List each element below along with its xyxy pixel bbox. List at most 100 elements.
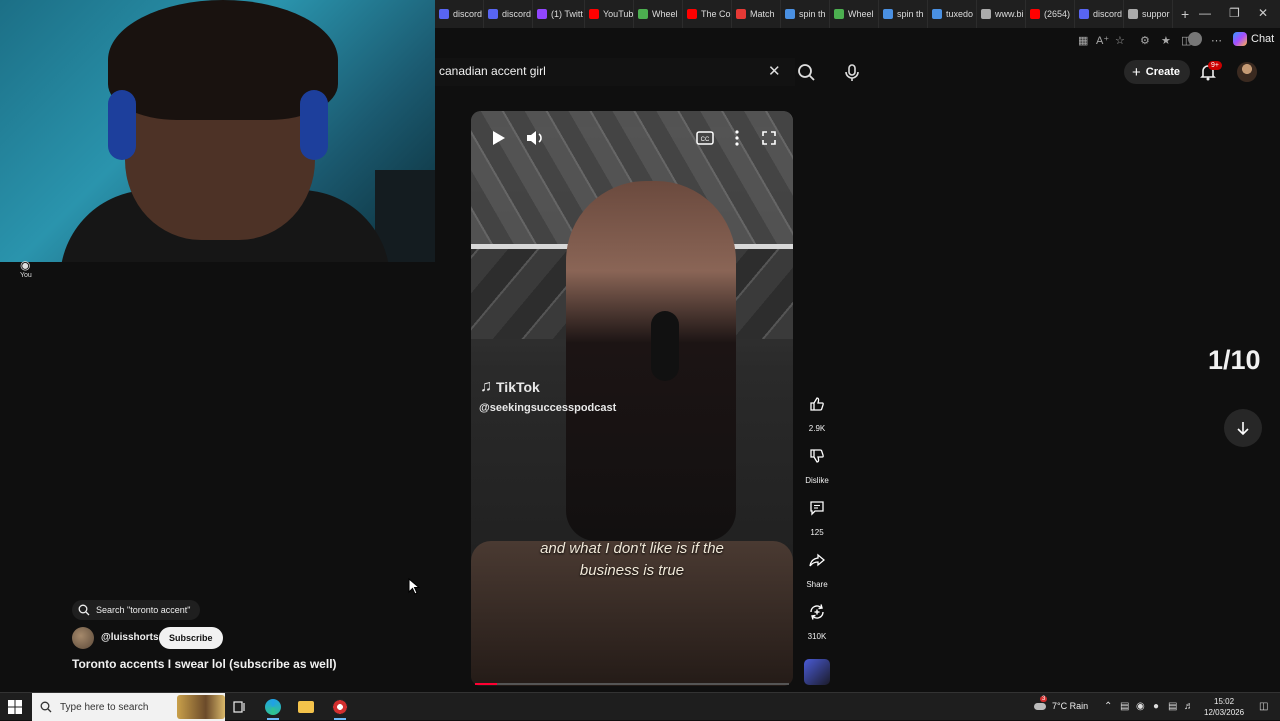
thumbs-down-icon xyxy=(810,449,824,463)
short-video-player[interactable] xyxy=(471,111,793,686)
notifications-tray-icon[interactable]: ◫ xyxy=(1259,701,1268,712)
voice-search-button[interactable] xyxy=(838,58,866,86)
channel-avatar[interactable] xyxy=(72,627,94,649)
browser-tab[interactable]: tuxedo xyxy=(928,0,977,28)
search-query-text: canadian accent girl xyxy=(439,64,546,78)
browser-tab[interactable]: discord xyxy=(1075,0,1124,28)
browser-toolbar: ▦ A⁺ ☆ ⚙ ★ ◫ ⋯ Chat xyxy=(435,28,1280,54)
dislike-label: Dislike xyxy=(805,476,829,485)
new-tab-button[interactable]: + xyxy=(1181,6,1189,22)
browser-tab[interactable]: spin th xyxy=(781,0,830,28)
you-icon[interactable]: ◉ xyxy=(20,258,30,272)
progress-fill xyxy=(475,683,497,685)
tab-label: suppor xyxy=(1142,9,1170,19)
tiktok-handle: @seekingsuccesspodcast xyxy=(479,402,617,414)
remix-button[interactable] xyxy=(803,598,831,626)
more-vert-icon[interactable] xyxy=(731,129,743,147)
app-available-icon[interactable]: ▦ xyxy=(1078,34,1088,47)
search-input[interactable]: canadian accent girl ✕ xyxy=(435,58,795,86)
security-icon[interactable]: ◉ xyxy=(1136,701,1145,712)
like-count: 2.9K xyxy=(808,424,826,433)
search-button[interactable] xyxy=(795,58,819,86)
profile-icon[interactable] xyxy=(1188,32,1202,46)
close-window-icon[interactable]: ✕ xyxy=(1258,6,1268,20)
show-hidden-icons-icon[interactable]: ⌃ xyxy=(1104,701,1112,712)
browser-tab[interactable]: discord xyxy=(484,0,533,28)
remix-count: 310K xyxy=(807,632,827,641)
search-icon xyxy=(40,701,52,713)
fullscreen-icon[interactable] xyxy=(761,130,777,146)
captions-icon[interactable]: CC xyxy=(696,130,714,146)
device-icon[interactable]: ▤ xyxy=(1120,701,1129,712)
sidebar-item-you[interactable]: You xyxy=(20,272,32,279)
rain-cloud-icon: 3 xyxy=(1034,696,1048,712)
like-button[interactable] xyxy=(803,390,831,418)
sound-thumbnail[interactable] xyxy=(804,659,830,685)
restore-icon[interactable]: ❐ xyxy=(1229,6,1240,20)
search-highlight-image xyxy=(177,695,225,719)
caption-line-2: business is true xyxy=(579,562,685,579)
favorites-icon[interactable]: ★ xyxy=(1161,34,1171,47)
play-icon[interactable] xyxy=(489,129,507,147)
share-button[interactable] xyxy=(803,546,831,574)
browser-tab[interactable]: Match xyxy=(732,0,781,28)
browser-tab[interactable]: suppor xyxy=(1124,0,1173,28)
taskbar-clock[interactable]: 15:02 12/03/2026 xyxy=(1204,696,1244,718)
taskbar-obs[interactable] xyxy=(329,697,351,720)
browser-tab[interactable]: YouTub xyxy=(585,0,634,28)
tab-favicon-icon xyxy=(1079,9,1089,19)
tab-favicon-icon xyxy=(932,9,942,19)
copilot-chat-button[interactable]: Chat xyxy=(1233,32,1274,46)
task-view-button[interactable] xyxy=(229,697,251,717)
taskbar-file-explorer[interactable] xyxy=(295,697,317,717)
webcam-overlay xyxy=(0,0,435,262)
clear-search-icon[interactable]: ✕ xyxy=(768,62,781,80)
browser-tab[interactable]: (2654) xyxy=(1026,0,1075,28)
minimize-icon[interactable]: — xyxy=(1199,6,1211,20)
tab-label: YouTub xyxy=(603,9,634,19)
read-aloud-icon[interactable]: A⁺ xyxy=(1096,34,1109,47)
tab-favicon-icon xyxy=(981,9,991,19)
browser-tab[interactable]: Wheel xyxy=(634,0,683,28)
browser-tab[interactable]: (1) Twitt xyxy=(533,0,585,28)
dislike-button[interactable] xyxy=(803,442,831,470)
tab-favicon-icon xyxy=(1128,9,1138,19)
network-icon[interactable]: ▤ xyxy=(1168,701,1177,712)
tab-label: spin th xyxy=(897,9,924,19)
more-options-icon[interactable]: ⋯ xyxy=(1211,34,1222,47)
progress-track[interactable] xyxy=(475,683,789,685)
search-suggestion-chip[interactable]: Search "toronto accent" xyxy=(72,600,201,620)
browser-tab[interactable]: spin th xyxy=(879,0,928,28)
volume-icon[interactable] xyxy=(525,129,545,147)
tab-favicon-icon xyxy=(687,9,697,19)
microphone-tray-icon[interactable]: ● xyxy=(1153,701,1159,712)
next-short-button[interactable] xyxy=(1224,409,1262,447)
tab-favicon-icon xyxy=(638,9,648,19)
subscribe-button[interactable]: Subscribe xyxy=(159,627,223,649)
favorite-star-icon[interactable]: ☆ xyxy=(1115,34,1125,47)
create-button[interactable]: + Create xyxy=(1124,60,1191,84)
tab-label: spin th xyxy=(799,9,826,19)
account-avatar[interactable] xyxy=(1237,62,1257,82)
comments-button[interactable] xyxy=(803,494,831,522)
taskbar-search-input[interactable]: Type here to search xyxy=(32,693,225,721)
browser-tab[interactable]: Wheel xyxy=(830,0,879,28)
tab-favicon-icon xyxy=(834,9,844,19)
plus-icon: + xyxy=(1132,63,1141,81)
thumbs-up-icon xyxy=(810,397,824,411)
tab-favicon-icon xyxy=(488,9,498,19)
browser-tab[interactable]: The Co xyxy=(683,0,732,28)
weather-widget[interactable]: 3 7°C Rain xyxy=(1034,696,1088,712)
channel-name[interactable]: @luisshorts. xyxy=(101,632,161,643)
tab-label: (1) Twitt xyxy=(551,9,583,19)
extensions-icon[interactable]: ⚙ xyxy=(1140,34,1150,47)
svg-text:CC: CC xyxy=(701,137,710,143)
taskbar-edge[interactable] xyxy=(262,697,284,720)
microphone-icon xyxy=(845,64,859,81)
windows-start-icon[interactable] xyxy=(8,700,22,714)
tab-favicon-icon xyxy=(589,9,599,19)
browser-tab[interactable]: discord xyxy=(435,0,484,28)
folder-icon xyxy=(298,701,314,713)
volume-tray-icon[interactable]: ♬ xyxy=(1184,701,1194,712)
browser-tab[interactable]: www.bi xyxy=(977,0,1026,28)
